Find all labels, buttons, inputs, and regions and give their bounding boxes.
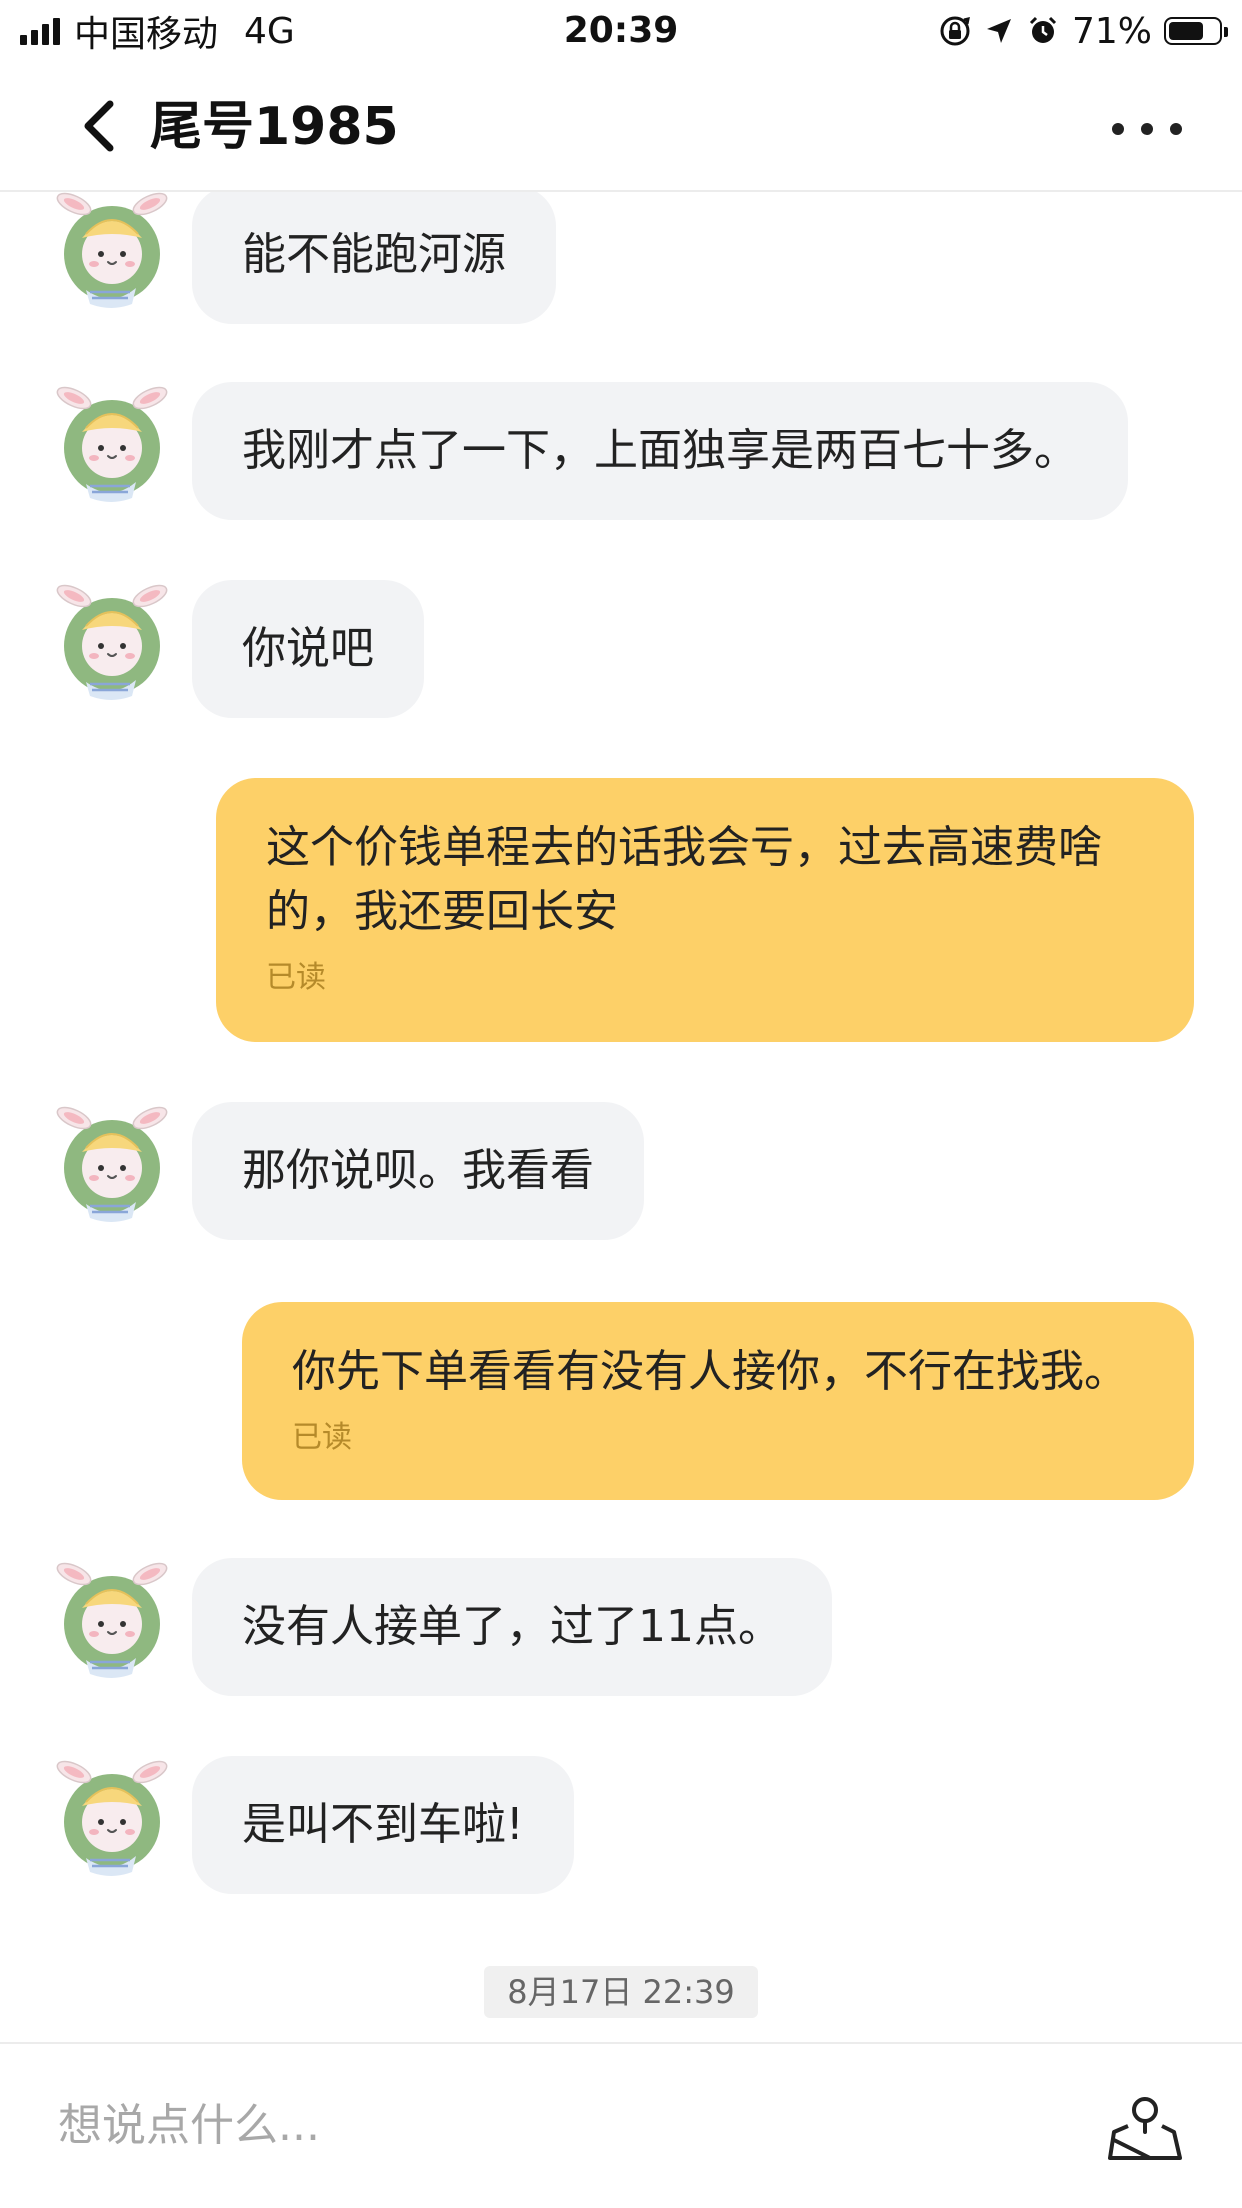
message-text: 我刚才点了一下，上面独享是两百七十多。 — [242, 425, 1078, 476]
location-arrow-icon — [986, 19, 1011, 43]
chevron-left-icon[interactable] — [70, 96, 130, 156]
read-status: 已读 — [266, 960, 326, 995]
alarm-icon — [1029, 16, 1057, 43]
incoming-bubble: 我刚才点了一下，上面独享是两百七十多。 — [192, 382, 1128, 520]
incoming-bubble: 那你说呗。我看看 — [192, 1102, 644, 1240]
message-input[interactable] — [56, 2084, 960, 2166]
message-list[interactable]: 能不能跑河源 我刚才点了一下，上面独享是两百七十多。 你说吧 这个价钱单程去的话… — [0, 192, 1242, 2042]
incoming-bubble: 能不能跑河源 — [192, 192, 556, 324]
outgoing-bubble: 你先下单看看有没有人接你，不行在找我。 已读 — [242, 1302, 1194, 1500]
status-right: 71% — [938, 8, 1228, 54]
bunny-avatar-icon[interactable] — [50, 382, 170, 502]
read-status: 已读 — [292, 1420, 352, 1455]
location-share-icon[interactable] — [1106, 2092, 1184, 2164]
message-text: 那你说呗。我看看 — [242, 1145, 594, 1196]
bunny-avatar-icon[interactable] — [50, 192, 170, 308]
bunny-avatar-icon[interactable] — [50, 1558, 170, 1678]
message-text-line1: 你先下单看看有没有人接你，不行在找我。 — [292, 1346, 1128, 1397]
battery-icon — [1164, 17, 1228, 45]
status-bar: 中国移动 4G 20:39 71% — [0, 0, 1242, 62]
incoming-bubble: 你说吧 — [192, 580, 424, 718]
message-text: 没有人接单了，过了11点。 — [242, 1601, 782, 1652]
message-text-line1: 这个价钱单程去的话我会亏，过去高速费啥 — [266, 822, 1102, 873]
bunny-avatar-icon[interactable] — [50, 1756, 170, 1876]
message-text: 是叫不到车啦! — [242, 1799, 524, 1850]
input-bar — [0, 2042, 1242, 2208]
orientation-lock-icon — [940, 16, 970, 46]
timestamp-chip: 8月17日 22:39 — [484, 1966, 758, 2018]
message-text: 你说吧 — [242, 623, 374, 674]
message-text: 能不能跑河源 — [242, 229, 506, 280]
nav-bar: 尾号1985 — [0, 62, 1242, 192]
incoming-bubble: 是叫不到车啦! — [192, 1756, 574, 1894]
page-title: 尾号1985 — [150, 97, 399, 157]
outgoing-bubble: 这个价钱单程去的话我会亏，过去高速费啥 的，我还要回长安 已读 — [216, 778, 1194, 1042]
battery-percent: 71% — [1071, 10, 1152, 52]
bunny-avatar-icon[interactable] — [50, 580, 170, 700]
message-text-line2: 的，我还要回长安 — [266, 886, 618, 937]
incoming-bubble: 没有人接单了，过了11点。 — [192, 1558, 832, 1696]
bunny-avatar-icon[interactable] — [50, 1102, 170, 1222]
more-dots-icon[interactable] — [1112, 114, 1182, 144]
